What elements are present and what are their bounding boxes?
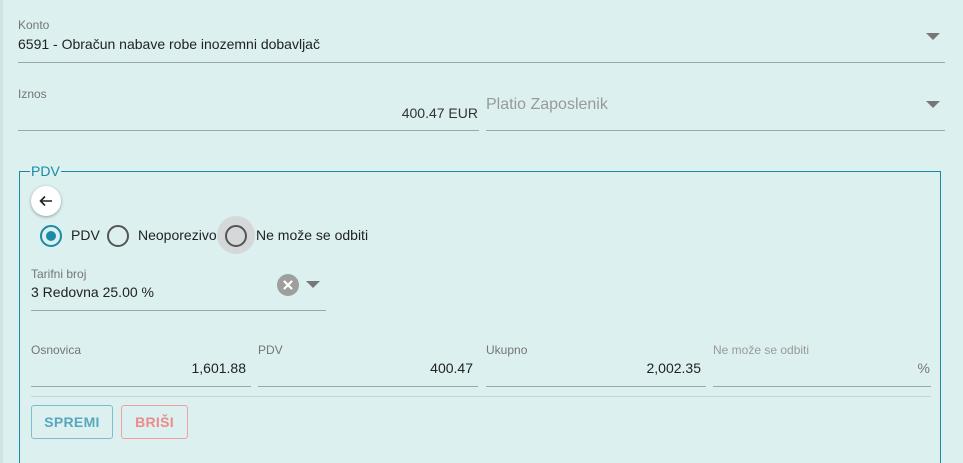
pdv-amount-label: PDV (258, 343, 283, 357)
back-arrow-icon (39, 195, 52, 207)
tarifni-broj-value: 3 Redovna 25.00 % (31, 284, 154, 300)
pdv-amount-value: 400.47 (430, 360, 473, 376)
tarifni-underline (31, 310, 326, 311)
radio-neoporezivo[interactable] (107, 225, 129, 247)
platio-underline (486, 130, 945, 131)
tarifni-broj-label: Tarifni broj (31, 267, 87, 281)
osnovica-underline (31, 386, 251, 387)
ukupno-underline (486, 386, 706, 387)
ne-moze-se-odbiti-underline (713, 386, 931, 387)
konto-label: Konto (18, 18, 50, 32)
radio-neoporezivo-label[interactable]: Neoporezivo (138, 227, 217, 243)
ukupno-label: Ukupno (486, 343, 528, 357)
pdv-amount-underline (258, 386, 478, 387)
clear-icon[interactable] (277, 274, 299, 296)
pdv-legend: PDV (31, 163, 60, 179)
tarifni-dropdown-arrow-icon[interactable] (306, 281, 320, 288)
ne-moze-se-odbiti-label: Ne može se odbiti (713, 343, 810, 357)
radio-ne-moze-se-odbiti-circle[interactable] (225, 225, 247, 247)
platio-dropdown-arrow-icon[interactable] (926, 101, 940, 108)
konto-dropdown-arrow-icon[interactable] (926, 33, 940, 40)
platio-zaposlenik-placeholder: Platio Zaposlenik (486, 96, 608, 113)
radio-pdv-label[interactable]: PDV (71, 227, 100, 243)
back-button[interactable] (31, 186, 61, 216)
delete-button[interactable]: BRIŠI (121, 405, 188, 439)
iznos-label: Iznos (18, 87, 47, 101)
window-edge (0, 0, 3, 463)
radio-neoporezivo-circle[interactable] (107, 225, 129, 247)
radio-ne-moze-se-odbiti[interactable] (225, 225, 247, 247)
radio-ne-moze-se-odbiti-label[interactable]: Ne može se odbiti (256, 227, 368, 243)
section-divider (31, 396, 931, 397)
konto-underline (18, 62, 945, 63)
osnovica-value: 1,601.88 (191, 360, 247, 376)
percent-suffix: % (917, 360, 930, 376)
iznos-value: 400.47 EUR (401, 105, 478, 121)
konto-value: 6591 - Obračun nabave robe inozemni doba… (18, 36, 320, 52)
save-button[interactable]: SPREMI (31, 405, 113, 439)
clear-x-glyph (283, 280, 293, 290)
radio-pdv[interactable] (40, 225, 62, 247)
ukupno-value: 2,002.35 (646, 360, 702, 376)
radio-pdv-circle[interactable] (40, 225, 62, 247)
osnovica-label: Osnovica (31, 343, 82, 357)
iznos-underline (18, 130, 479, 131)
